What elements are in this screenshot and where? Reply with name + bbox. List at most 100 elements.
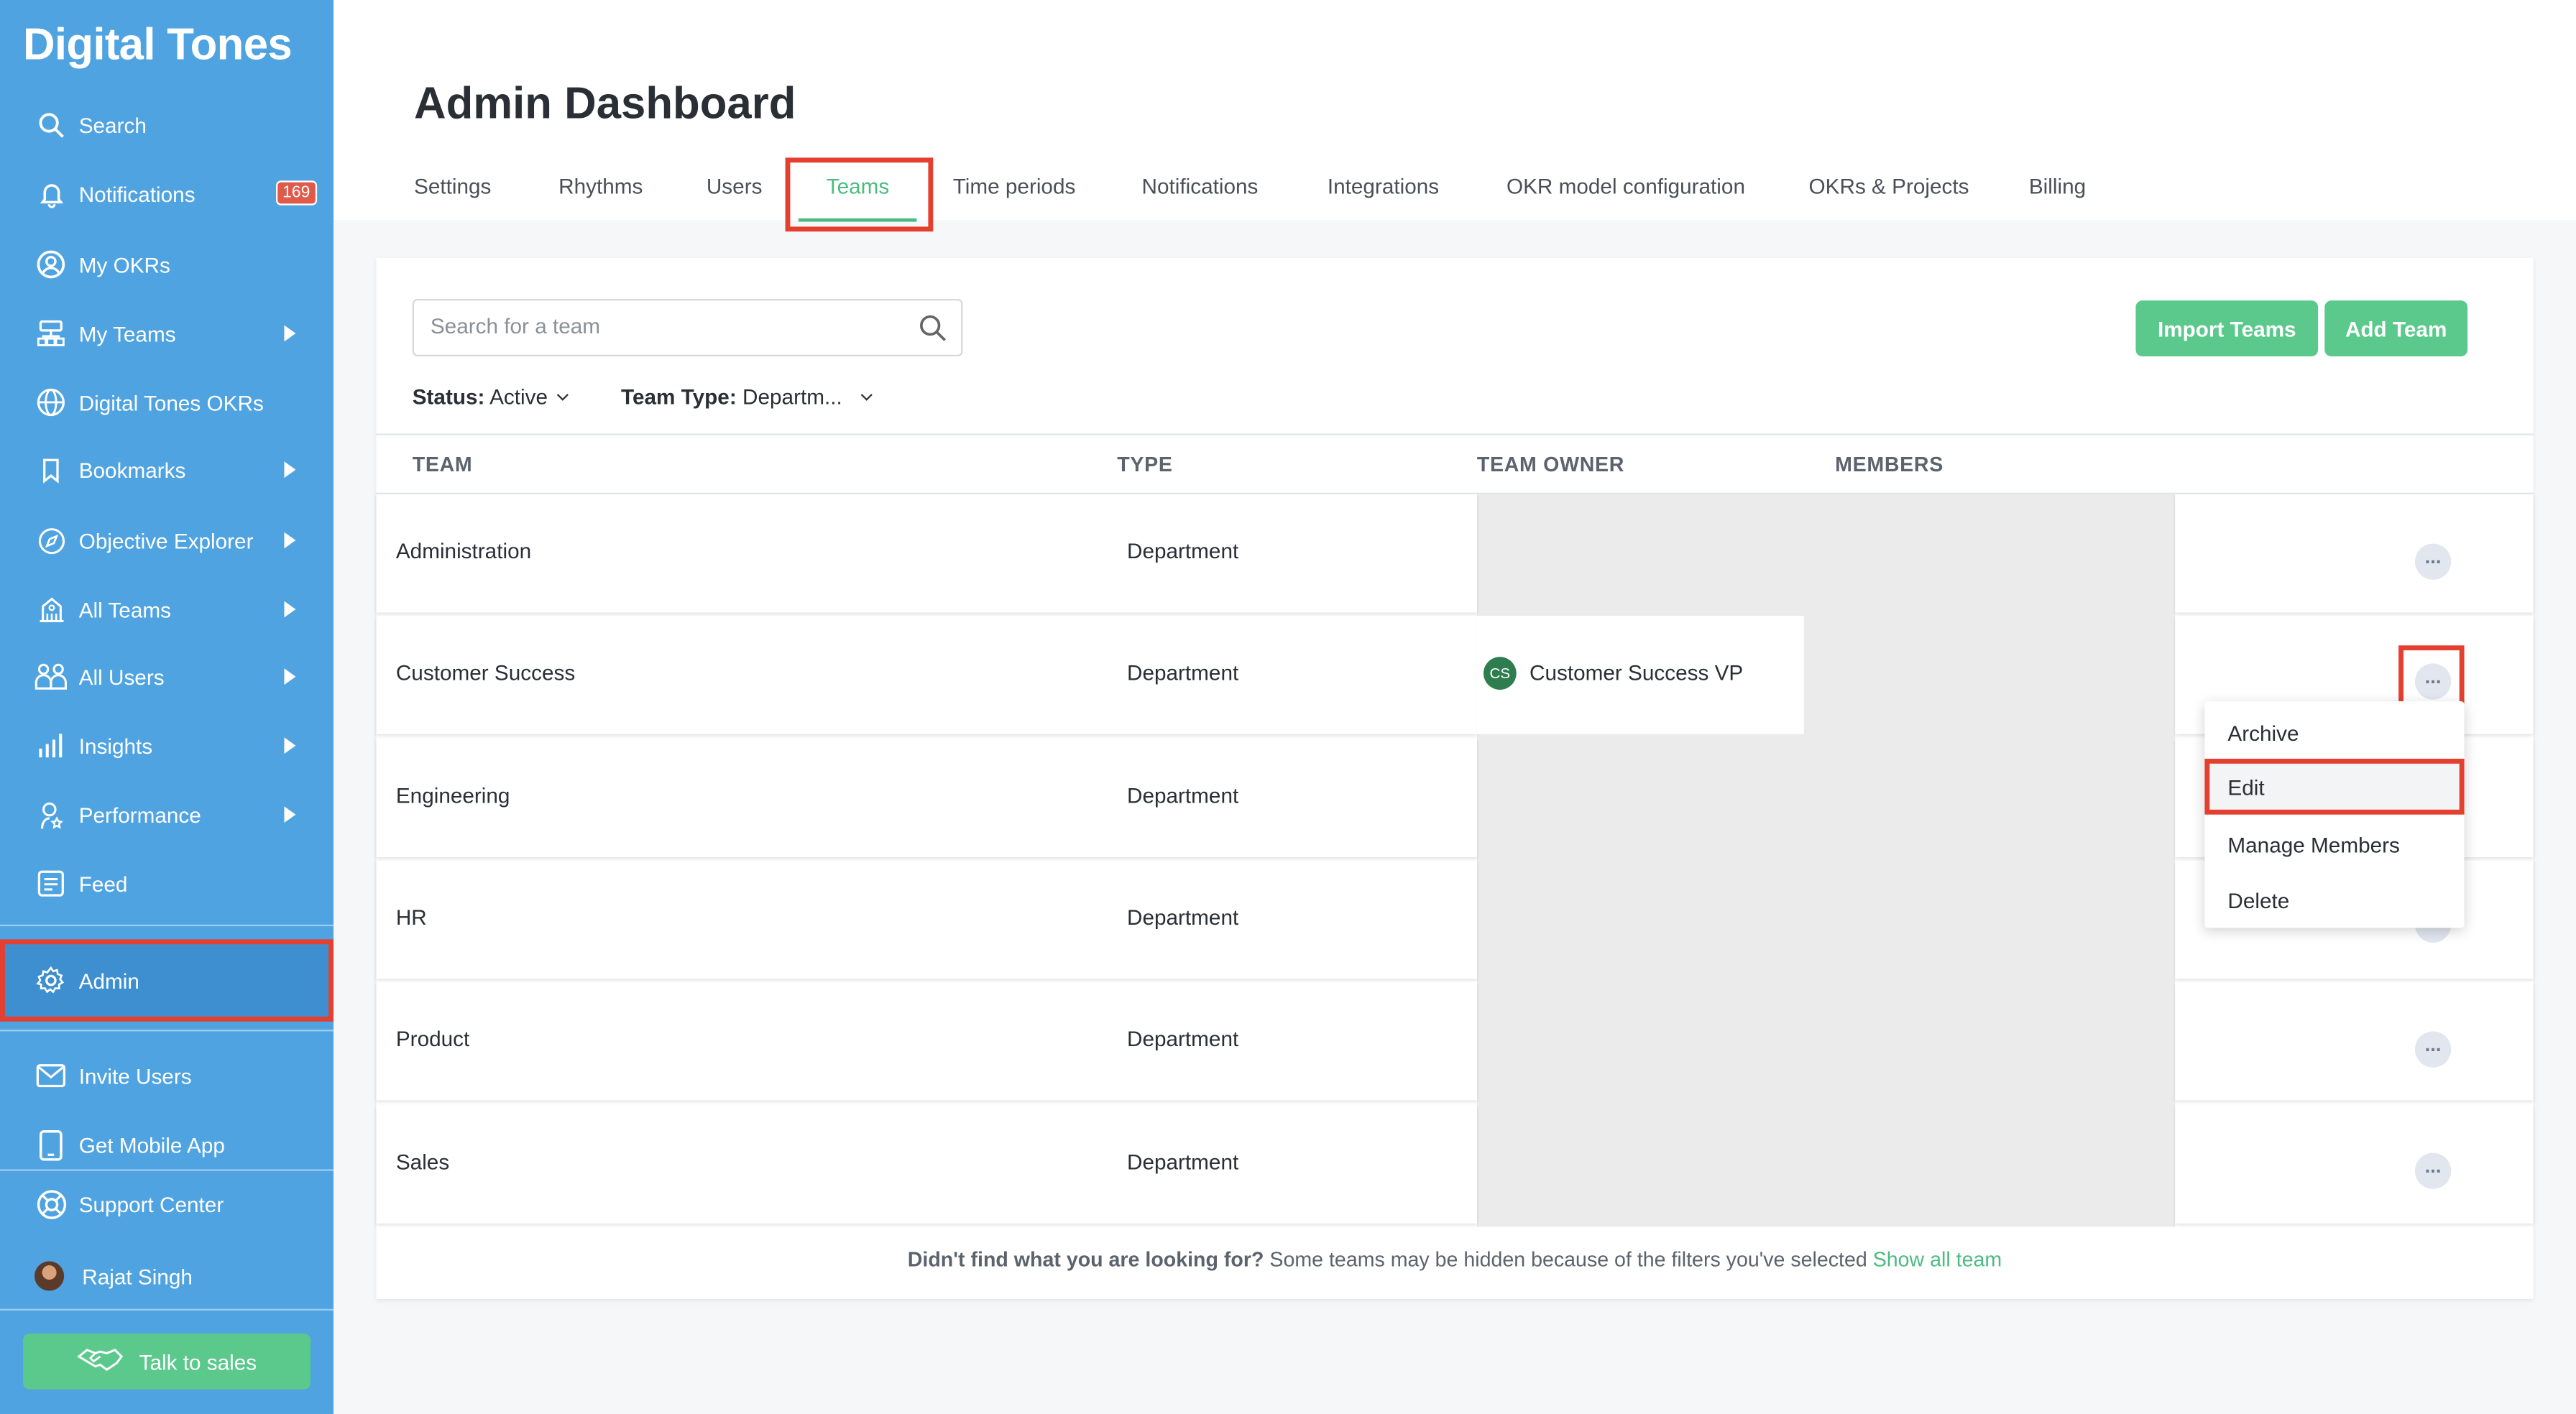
bell-icon <box>34 177 68 211</box>
sidebar-item-invite-users[interactable]: Invite Users <box>0 1048 334 1104</box>
status-filter-label: Status: <box>412 384 485 410</box>
sidebar-item-all-users[interactable]: All Users <box>0 649 334 705</box>
tab-settings[interactable]: Settings <box>414 174 491 198</box>
talk-to-sales-button[interactable]: Talk to sales <box>22 1333 310 1390</box>
tab-okrs-projects[interactable]: OKRs & Projects <box>1809 174 1969 198</box>
more-options-button[interactable]: ... <box>2414 1031 2452 1068</box>
owner-name[interactable]: Customer Success VP <box>1530 660 1743 685</box>
team-name[interactable]: Sales <box>396 1150 449 1174</box>
sidebar-item-all-teams[interactable]: All Teams <box>0 581 334 637</box>
lifebuoy-icon <box>34 1188 68 1221</box>
sidebar-item-label: Get Mobile App <box>78 1132 225 1157</box>
team-type-filter[interactable]: Team Type: Departm... <box>621 384 872 409</box>
sidebar-divider <box>0 1030 334 1032</box>
bookmark-icon <box>34 453 68 486</box>
sidebar-item-label: Feed <box>78 871 128 896</box>
tab-okr-model-configuration[interactable]: OKR model configuration <box>1506 174 1745 198</box>
team-type: Department <box>1126 1026 1239 1051</box>
sidebar-item-label: Performance <box>78 802 201 827</box>
tab-users[interactable]: Users <box>707 174 763 198</box>
table-header: TEAM TYPE TEAM OWNER MEMBERS <box>376 433 2534 494</box>
table-row[interactable]: Sales Department ... <box>376 1105 2534 1224</box>
tab-integrations[interactable]: Integrations <box>1328 174 1439 198</box>
app-logo[interactable]: Digital Tones <box>23 19 293 70</box>
page-title: Admin Dashboard <box>413 78 796 129</box>
table-row[interactable]: Administration Department ... <box>376 494 2534 613</box>
menu-item-delete[interactable]: Delete <box>2204 872 2464 928</box>
sidebar-item-label: All Teams <box>78 596 171 622</box>
sidebar-item-bookmarks[interactable]: Bookmarks <box>0 442 334 498</box>
sidebar-item-search[interactable]: Search <box>0 97 334 153</box>
feed-icon <box>34 867 68 900</box>
search-input[interactable] <box>430 313 891 338</box>
more-icon: ... <box>2424 1154 2442 1178</box>
chevron-down-icon <box>557 389 569 401</box>
sidebar-divider <box>0 1308 334 1311</box>
row-main-cell: Product Department <box>376 981 1477 1101</box>
menu-item-edit[interactable]: Edit <box>2204 758 2465 815</box>
row-actions-cell <box>2175 1105 2534 1224</box>
sidebar-item-label: Notifications <box>78 181 196 206</box>
sidebar-item-label: Insights <box>78 733 153 758</box>
sidebar-item-label: Bookmarks <box>78 457 186 482</box>
user-circle-icon <box>34 248 68 281</box>
sidebar-item-label: Objective Explorer <box>78 527 254 553</box>
sidebar-item-performance[interactable]: Performance <box>0 787 334 843</box>
caret-right-icon <box>284 601 296 618</box>
column-header-type[interactable]: TYPE <box>1117 453 1172 476</box>
main-content: Admin Dashboard Settings Rhythms Users T… <box>333 0 2576 1414</box>
table-row[interactable]: Product Department ... <box>376 981 2534 1101</box>
sidebar-item-notifications[interactable]: Notifications 169 <box>0 166 334 222</box>
add-team-button[interactable]: Add Team <box>2324 300 2468 356</box>
sidebar-item-objective-explorer[interactable]: Objective Explorer <box>0 512 334 568</box>
sidebar-item-support-center[interactable]: Support Center <box>0 1176 334 1232</box>
column-header-team-owner[interactable]: TEAM OWNER <box>1477 453 1624 476</box>
more-options-button[interactable]: ... <box>2414 543 2452 580</box>
column-header-members[interactable]: MEMBERS <box>1835 453 1944 476</box>
tab-notifications[interactable]: Notifications <box>1142 174 1259 198</box>
sidebar-item-insights[interactable]: Insights <box>0 718 334 774</box>
more-options-button[interactable]: ... <box>2414 1152 2452 1189</box>
menu-item-manage-members[interactable]: Manage Members <box>2204 816 2464 872</box>
team-owner-cell: CS Customer Success VP <box>1476 616 1804 734</box>
tab-rhythms[interactable]: Rhythms <box>558 174 643 198</box>
chevron-down-icon <box>860 389 872 401</box>
caret-right-icon <box>284 806 296 823</box>
row-main-cell: Administration Department <box>376 494 1477 613</box>
sidebar-item-feed[interactable]: Feed <box>0 856 334 912</box>
sidebar-item-my-teams[interactable]: My Teams <box>0 305 334 361</box>
import-teams-button[interactable]: Import Teams <box>2135 300 2319 356</box>
show-all-teams-link[interactable]: Show all team <box>1873 1248 2002 1271</box>
column-header-team[interactable]: TEAM <box>413 453 473 476</box>
tab-billing[interactable]: Billing <box>2029 174 2086 198</box>
sidebar-item-my-okrs[interactable]: My OKRs <box>0 236 334 292</box>
search-icon[interactable] <box>919 314 948 352</box>
owner-avatar: CS <box>1483 657 1517 690</box>
team-name[interactable]: Administration <box>396 539 531 563</box>
sidebar-item-user-profile[interactable]: Rajat Singh <box>0 1248 334 1304</box>
team-name[interactable]: Customer Success <box>396 660 575 685</box>
status-filter-value: Active <box>489 384 548 410</box>
bar-chart-icon <box>34 729 68 762</box>
sidebar-item-admin[interactable]: Admin <box>0 939 334 1022</box>
sidebar-item-label: Search <box>78 112 147 137</box>
team-name[interactable]: Engineering <box>396 783 510 808</box>
tab-time-periods[interactable]: Time periods <box>953 174 1076 198</box>
team-name[interactable]: Product <box>396 1027 469 1051</box>
status-filter[interactable]: Status: Active <box>412 384 569 410</box>
team-name[interactable]: HR <box>396 905 427 929</box>
caret-right-icon <box>284 325 296 342</box>
teams-card: Import Teams Add Team Status: Active Tea… <box>376 257 2534 1299</box>
avatar <box>34 1261 65 1291</box>
gear-icon <box>34 964 68 997</box>
sidebar-item-label: Invite Users <box>78 1063 192 1089</box>
team-search <box>412 298 963 356</box>
team-type: Department <box>1126 538 1239 563</box>
menu-item-archive[interactable]: Archive <box>2204 705 2464 761</box>
row-actions-cell <box>2175 494 2534 613</box>
sidebar-item-label: Admin <box>78 968 139 993</box>
sidebar: Digital Tones Search Notifications 169 M… <box>0 0 334 1414</box>
team-type: Department <box>1126 905 1239 930</box>
sidebar-item-get-mobile-app[interactable]: Get Mobile App <box>0 1117 334 1173</box>
sidebar-item-digital-tones-okrs[interactable]: Digital Tones OKRs <box>0 374 334 430</box>
